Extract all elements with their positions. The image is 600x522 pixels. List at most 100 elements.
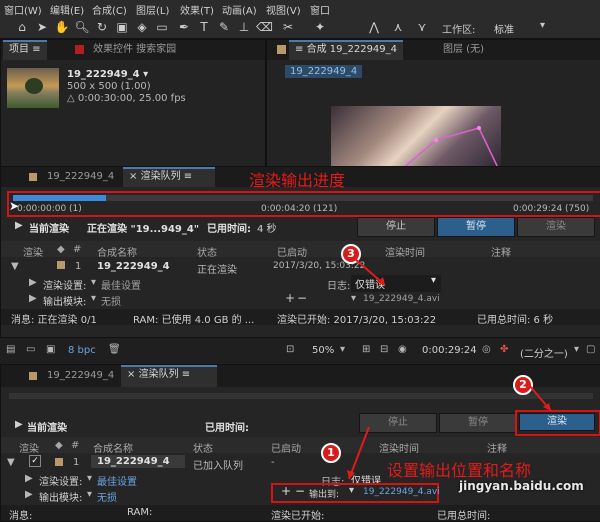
- zoom-level[interactable]: 50%: [312, 345, 334, 356]
- col-comment[interactable]: 注释: [487, 440, 507, 455]
- chevron-down-icon[interactable]: ▾: [91, 277, 96, 288]
- axis-view-icon[interactable]: ⋎: [414, 19, 430, 35]
- label-color-icon[interactable]: [57, 261, 65, 269]
- menu-view[interactable]: 视图(V): [266, 2, 301, 17]
- tab-layer[interactable]: 图层 (无): [437, 42, 490, 58]
- col-status[interactable]: 状态: [197, 244, 217, 259]
- tab-render-queue[interactable]: × 渲染队列 ≡: [123, 167, 215, 187]
- axis-world-icon[interactable]: ⋏: [390, 19, 406, 35]
- pan-behind-tool-icon[interactable]: ◈: [134, 19, 150, 35]
- col-num[interactable]: #: [73, 244, 81, 255]
- camera-tool-icon[interactable]: ▣: [114, 19, 130, 35]
- col-num[interactable]: #: [71, 440, 79, 451]
- region-of-interest-icon[interactable]: ▢: [586, 344, 595, 355]
- add-output-button[interactable]: +: [285, 291, 295, 305]
- menu-window-2[interactable]: 窗口: [310, 2, 330, 17]
- expand-arrow-icon[interactable]: ▶: [15, 419, 23, 430]
- col-status[interactable]: 状态: [193, 440, 213, 455]
- close-icon[interactable]: ×: [127, 369, 135, 380]
- menu-icon[interactable]: ≡: [182, 369, 190, 380]
- mask-tool-icon[interactable]: ▭: [154, 19, 170, 35]
- new-comp-icon[interactable]: ▣: [46, 344, 55, 355]
- axis-local-icon[interactable]: ⋀: [366, 19, 382, 35]
- render-checkbox[interactable]: ✓: [29, 455, 41, 467]
- render-settings-value[interactable]: 最佳设置: [101, 277, 141, 292]
- menu-animation[interactable]: 动画(A): [222, 2, 257, 17]
- current-timecode[interactable]: 0:00:29:24: [422, 345, 477, 356]
- chevron-down-icon[interactable]: ▾: [351, 293, 356, 304]
- chevron-down-icon[interactable]: ▾: [431, 275, 436, 286]
- tab-effect-controls[interactable]: 效果控件 搜索家园: [87, 42, 182, 58]
- add-output-button[interactable]: +: [281, 484, 291, 498]
- close-icon[interactable]: ×: [129, 171, 137, 182]
- chevron-down-icon[interactable]: ▾: [87, 473, 92, 484]
- chevron-down-icon[interactable]: ▾: [349, 485, 354, 496]
- fit-frame-icon[interactable]: ⊞: [362, 344, 370, 355]
- item-name[interactable]: 19_222949_4 ▾: [67, 69, 148, 80]
- col-started[interactable]: 已启动: [271, 440, 301, 455]
- menu-window[interactable]: 窗口(W): [4, 2, 42, 17]
- col-comment[interactable]: 注释: [491, 244, 511, 259]
- menu-icon[interactable]: ≡: [184, 171, 192, 182]
- menu-layer[interactable]: 图层(L): [136, 2, 169, 17]
- roto-tool-icon[interactable]: ✂: [280, 19, 296, 35]
- remove-output-button[interactable]: −: [297, 291, 307, 305]
- tab-composition[interactable]: ≡ 合成 19_222949_4: [289, 40, 404, 60]
- remove-output-button[interactable]: −: [295, 484, 305, 498]
- chevron-down-icon[interactable]: ▾: [91, 293, 96, 304]
- col-started[interactable]: 已启动: [277, 244, 307, 259]
- chevron-down-icon[interactable]: ▾: [540, 20, 545, 31]
- output-file[interactable]: 19_222949_4.avi: [363, 294, 440, 304]
- bpc-label[interactable]: 8 bpc: [68, 345, 96, 356]
- menu-icon[interactable]: ≡: [32, 44, 40, 55]
- output-expand-icon[interactable]: ▶: [29, 293, 37, 304]
- puppet-tool-icon[interactable]: ✦: [312, 19, 328, 35]
- stop-button[interactable]: 停止: [357, 217, 435, 237]
- resolution-select[interactable]: (二分之一): [520, 345, 568, 360]
- output-file-link[interactable]: 19_222949_4.avi: [363, 487, 440, 497]
- eraser-tool-icon[interactable]: ⌫: [256, 19, 273, 35]
- pen-tool-icon[interactable]: ✒: [176, 19, 192, 35]
- chevron-down-icon[interactable]: ▾: [87, 489, 92, 500]
- color-channels-icon[interactable]: ✤: [500, 344, 508, 355]
- grid-icon[interactable]: ⊟: [380, 344, 388, 355]
- row-comp-name[interactable]: 19_222949_4: [97, 261, 170, 272]
- render-settings-value[interactable]: 最佳设置: [97, 473, 137, 488]
- hand-tool-icon[interactable]: ✋: [54, 19, 70, 35]
- magnify-icon[interactable]: ⊡: [286, 344, 294, 355]
- output-expand-icon[interactable]: ▶: [25, 489, 33, 500]
- tab-comp-timeline[interactable]: 19_222949_4: [41, 169, 120, 185]
- tab-comp-timeline[interactable]: 19_222949_4: [41, 368, 120, 384]
- col-render-time[interactable]: 渲染时间: [379, 440, 419, 455]
- menu-composition[interactable]: 合成(C): [92, 2, 127, 17]
- brush-tool-icon[interactable]: ✎: [216, 19, 232, 35]
- pause-button[interactable]: 暂停: [437, 217, 515, 237]
- camera-snapshot-icon[interactable]: ◉: [398, 344, 407, 355]
- col-comp-name[interactable]: 合成名称: [97, 244, 137, 259]
- expand-arrow-icon[interactable]: ▶: [15, 220, 23, 231]
- col-render[interactable]: 渲染: [19, 440, 39, 455]
- row-comp-name[interactable]: 19_222949_4: [91, 455, 185, 468]
- workspace-value[interactable]: 标准: [494, 21, 514, 36]
- interpret-footage-icon[interactable]: ▤: [6, 344, 15, 355]
- row-expand-icon[interactable]: ▼: [11, 261, 19, 272]
- label-color-icon[interactable]: [55, 458, 63, 466]
- selection-tool-icon[interactable]: ➤: [34, 19, 50, 35]
- tab-render-queue[interactable]: × 渲染队列 ≡: [121, 365, 217, 387]
- pause-button[interactable]: 暂停: [439, 413, 517, 433]
- menu-effect[interactable]: 效果(T): [180, 2, 214, 17]
- menu-edit[interactable]: 编辑(E): [50, 2, 84, 17]
- clone-tool-icon[interactable]: ⊥: [236, 19, 252, 35]
- new-folder-icon[interactable]: ▭: [26, 344, 35, 355]
- output-module-value[interactable]: 无损: [97, 489, 117, 504]
- snapshot-icon[interactable]: ◎: [482, 344, 491, 355]
- chevron-down-icon[interactable]: ▾: [574, 344, 579, 355]
- output-module-value[interactable]: 无损: [101, 293, 121, 308]
- settings-expand-icon[interactable]: ▶: [25, 473, 33, 484]
- trash-icon[interactable]: 🗑︎: [108, 344, 121, 355]
- home-icon[interactable]: ⌂: [14, 19, 30, 35]
- type-tool-icon[interactable]: T: [196, 19, 212, 35]
- comp-subtab[interactable]: 19_222949_4: [285, 65, 363, 78]
- menu-icon[interactable]: ≡: [295, 44, 303, 55]
- col-comp-name[interactable]: 合成名称: [93, 440, 133, 455]
